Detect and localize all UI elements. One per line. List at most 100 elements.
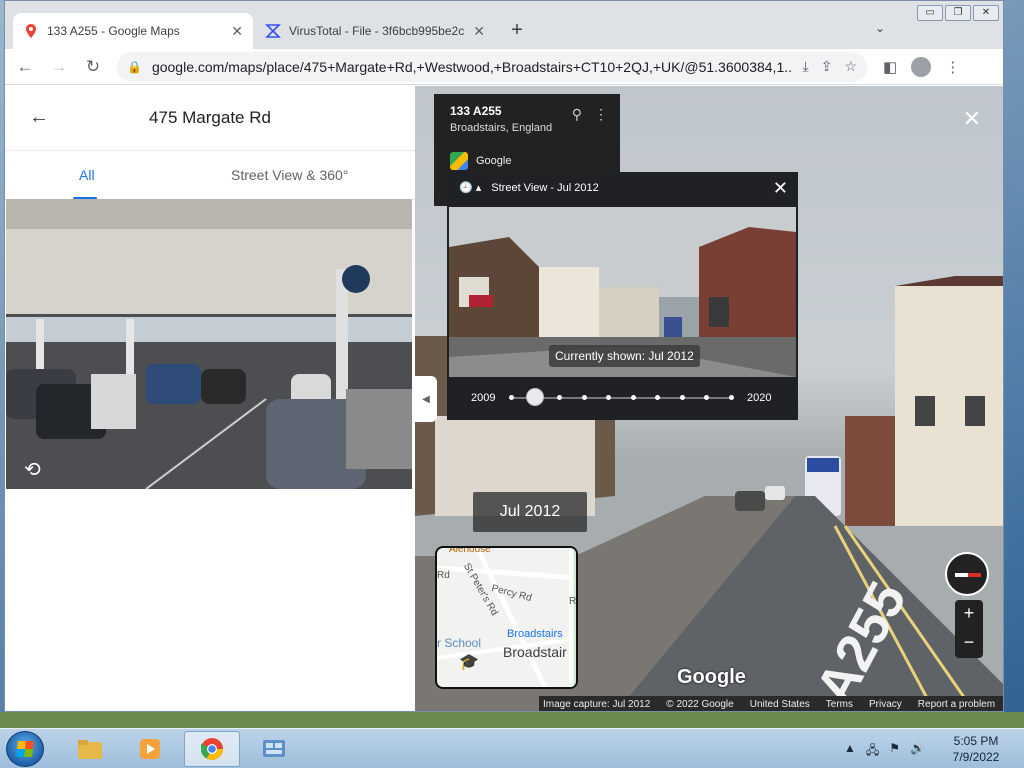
tab-title: VirusTotal - File - 3f6bcb995be2c <box>289 24 465 38</box>
new-tab-button[interactable]: + <box>505 19 529 42</box>
kebab-menu-icon[interactable]: ⋮ <box>945 58 960 76</box>
network-icon[interactable]: 🖧 <box>866 741 879 762</box>
close-time-machine-button[interactable]: ✕ <box>773 178 788 199</box>
desktop-strip <box>0 712 1024 728</box>
panel-title: 475 Margate Rd <box>149 108 271 127</box>
minimap[interactable]: Alehouse St Peter's Rd Percy Rd r School… <box>435 546 578 689</box>
close-window-button[interactable]: ✕ <box>973 5 999 21</box>
close-icon[interactable]: ✕ <box>231 23 243 40</box>
tab-all[interactable]: All <box>79 167 95 183</box>
tab-search-button[interactable]: ⌄ <box>875 21 885 35</box>
time-machine-panel: 🕘 ▴ Street View - Jul 2012 ✕ Currently s… <box>447 172 798 420</box>
minimap-label: Broadstair <box>503 644 567 660</box>
address-bar[interactable]: 🔒 google.com/maps/place/475+Margate+Rd,+… <box>117 51 867 82</box>
folder-icon <box>78 740 102 759</box>
window-controls: ▭ ❐ ✕ <box>917 5 999 21</box>
clock[interactable]: 5:05 PM 7/9/2022 <box>944 733 1008 765</box>
minimize-button[interactable]: ▭ <box>917 5 943 21</box>
provider-row: Google <box>450 152 511 170</box>
terms-link[interactable]: Terms <box>826 699 853 710</box>
map-footer: Image capture: Jul 2012 © 2022 Google Un… <box>539 696 1003 711</box>
map-pin-icon[interactable]: ⚲ <box>572 106 582 123</box>
tab-strip: 133 A255 - Google Maps ✕ VirusTotal - Fi… <box>5 1 1003 49</box>
minimap-label: Rd <box>437 570 450 581</box>
privacy-link[interactable]: Privacy <box>869 699 902 710</box>
slider-knob[interactable] <box>526 388 545 406</box>
slider-stop[interactable] <box>655 395 661 400</box>
install-icon[interactable]: ⤓ <box>803 58 809 75</box>
rotate-360-icon[interactable]: ⟲ <box>24 457 41 482</box>
location-title: 133 A255 <box>450 104 502 118</box>
location-subtitle: Broadstairs, England <box>450 122 553 134</box>
tab-virustotal[interactable]: VirusTotal - File - 3f6bcb995be2c ✕ <box>255 13 495 49</box>
time-machine-header: 🕘 ▴ Street View - Jul 2012 <box>459 181 599 195</box>
slider-stop[interactable] <box>581 395 587 400</box>
url-text: google.com/maps/place/475+Margate+Rd,+We… <box>151 58 793 75</box>
slider-start-year: 2009 <box>471 392 496 404</box>
back-button[interactable]: ← <box>11 53 39 81</box>
system-tray: ▲ 🖧 ⚑ 🔊 <box>844 741 925 762</box>
slider-end-year: 2020 <box>747 392 772 404</box>
close-street-view-button[interactable]: ✕ <box>963 106 981 132</box>
browser-toolbar: ← → ↻ 🔒 google.com/maps/place/475+Margat… <box>5 49 1003 85</box>
photo-tabs: All Street View & 360° <box>5 150 415 200</box>
start-button[interactable] <box>6 731 44 767</box>
provider-name: Google <box>476 155 512 167</box>
tab-title: 133 A255 - Google Maps <box>47 24 180 38</box>
share-icon[interactable]: ⇪ <box>821 58 833 75</box>
school-icon: 🎓 <box>459 654 479 671</box>
taskbar-explorer[interactable] <box>62 731 118 767</box>
google-logo: Google <box>677 666 746 688</box>
tab-street-view-360[interactable]: Street View & 360° <box>231 167 348 183</box>
maximize-button[interactable]: ❐ <box>945 5 971 21</box>
clock-time: 5:05 PM <box>953 734 999 748</box>
reload-button[interactable]: ↻ <box>79 53 107 81</box>
volume-icon[interactable]: 🔊 <box>910 741 925 762</box>
media-player-icon <box>140 739 160 759</box>
virustotal-icon <box>265 24 281 38</box>
minimap-label: R <box>569 596 577 607</box>
compass-button[interactable] <box>945 552 989 596</box>
chrome-icon <box>201 738 223 760</box>
street-view-pane[interactable]: A255 133 A255 Broadstairs, England ⚲ ⋮ G… <box>415 86 1003 711</box>
show-hidden-icons-icon[interactable]: ▲ <box>844 741 856 762</box>
more-options-icon[interactable]: ⋮ <box>594 106 608 123</box>
region-link[interactable]: United States <box>750 699 810 710</box>
taskbar-chrome[interactable] <box>184 731 240 767</box>
side-panel-icon[interactable]: ◧ <box>883 58 897 76</box>
slider-stop[interactable] <box>508 395 514 400</box>
slider-stop[interactable] <box>557 395 563 400</box>
zoom-in-button[interactable]: + <box>955 600 983 629</box>
historical-preview-image[interactable]: Currently shown: Jul 2012 <box>449 207 796 377</box>
close-icon[interactable]: ✕ <box>473 23 485 40</box>
lock-icon[interactable]: 🔒 <box>127 60 142 74</box>
clock-date: 7/9/2022 <box>952 750 1000 764</box>
tab-google-maps[interactable]: 133 A255 - Google Maps ✕ <box>13 13 253 49</box>
copyright-text: © 2022 Google <box>666 699 734 710</box>
slider-stop[interactable] <box>630 395 636 400</box>
report-problem-link[interactable]: Report a problem <box>918 699 995 710</box>
control-panel-icon <box>263 740 285 757</box>
slider-stop[interactable] <box>704 395 710 400</box>
currently-shown-caption: Currently shown: Jul 2012 <box>549 345 700 367</box>
slider-stop[interactable] <box>679 395 685 400</box>
history-clock-icon[interactable]: 🕘 ▴ <box>459 181 481 194</box>
time-machine-label: Street View - Jul 2012 <box>491 181 599 194</box>
profile-avatar[interactable] <box>911 56 932 77</box>
taskbar-media-player[interactable] <box>122 731 178 767</box>
zoom-controls: + − <box>955 600 983 658</box>
forward-button[interactable]: → <box>45 53 73 81</box>
slider-stop[interactable] <box>606 395 612 400</box>
time-slider[interactable]: 2009 2020 <box>447 382 798 412</box>
taskbar-control-panel[interactable] <box>246 731 302 767</box>
minimap-label: Broadstairs <box>507 628 563 640</box>
collapse-panel-button[interactable]: ◀ <box>415 376 437 422</box>
slider-track[interactable] <box>511 397 731 399</box>
zoom-out-button[interactable]: − <box>955 629 983 658</box>
gas-station-photo[interactable]: ⟲ <box>6 199 412 489</box>
bookmark-star-icon[interactable]: ☆ <box>844 58 857 75</box>
action-center-icon[interactable]: ⚑ <box>889 741 900 762</box>
gas-station-image <box>6 199 412 489</box>
slider-stop[interactable] <box>728 395 734 400</box>
windows-logo-icon <box>16 741 34 757</box>
